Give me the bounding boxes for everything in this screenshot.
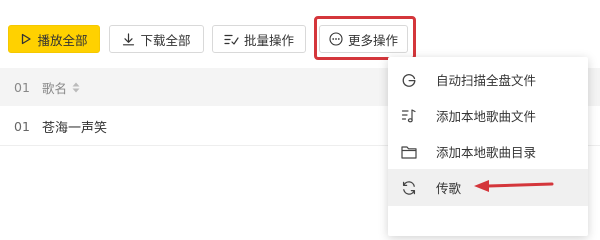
header-index: 01 (14, 79, 30, 95)
download-icon (122, 32, 135, 46)
menu-item-add-local-folder[interactable]: 添加本地歌曲目录 (388, 133, 588, 170)
header-song-name-label: 歌名 (42, 80, 68, 96)
download-all-button[interactable]: 下载全部 (109, 25, 204, 53)
header-song-name[interactable]: 歌名 (42, 78, 80, 97)
batch-list-icon (224, 33, 239, 46)
sync-icon (400, 179, 418, 197)
batch-operation-label: 批量操作 (243, 32, 294, 48)
menu-item-transfer-songs-label: 传歌 (436, 181, 462, 196)
row-song-name[interactable]: 苍海一声笑 (42, 117, 107, 136)
music-file-icon (400, 107, 418, 125)
menu-item-auto-scan-label: 自动扫描全盘文件 (436, 73, 537, 88)
annotation-arrow-icon (474, 180, 554, 192)
download-all-label: 下载全部 (140, 32, 191, 48)
row-index: 01 (14, 119, 30, 134)
menu-item-add-local-folder-label: 添加本地歌曲目录 (436, 145, 537, 160)
play-all-label: 播放全部 (37, 32, 88, 48)
annotation-highlight-box (314, 16, 416, 60)
scan-icon (400, 71, 418, 89)
play-all-button[interactable]: 播放全部 (8, 25, 100, 53)
batch-operation-button[interactable]: 批量操作 (212, 25, 306, 53)
menu-item-auto-scan[interactable]: 自动扫描全盘文件 (388, 61, 588, 98)
play-icon (20, 33, 32, 45)
menu-item-add-local-file-label: 添加本地歌曲文件 (436, 109, 537, 124)
folder-icon (400, 143, 418, 161)
sort-icon[interactable] (72, 82, 80, 93)
toolbar: 播放全部 下载全部 批量操作 更多操作 (0, 0, 600, 62)
more-operations-dropdown: 自动扫描全盘文件 添加本地歌曲文件 添加本地歌曲目录 传歌 (388, 57, 588, 236)
menu-item-add-local-file[interactable]: 添加本地歌曲文件 (388, 97, 588, 134)
